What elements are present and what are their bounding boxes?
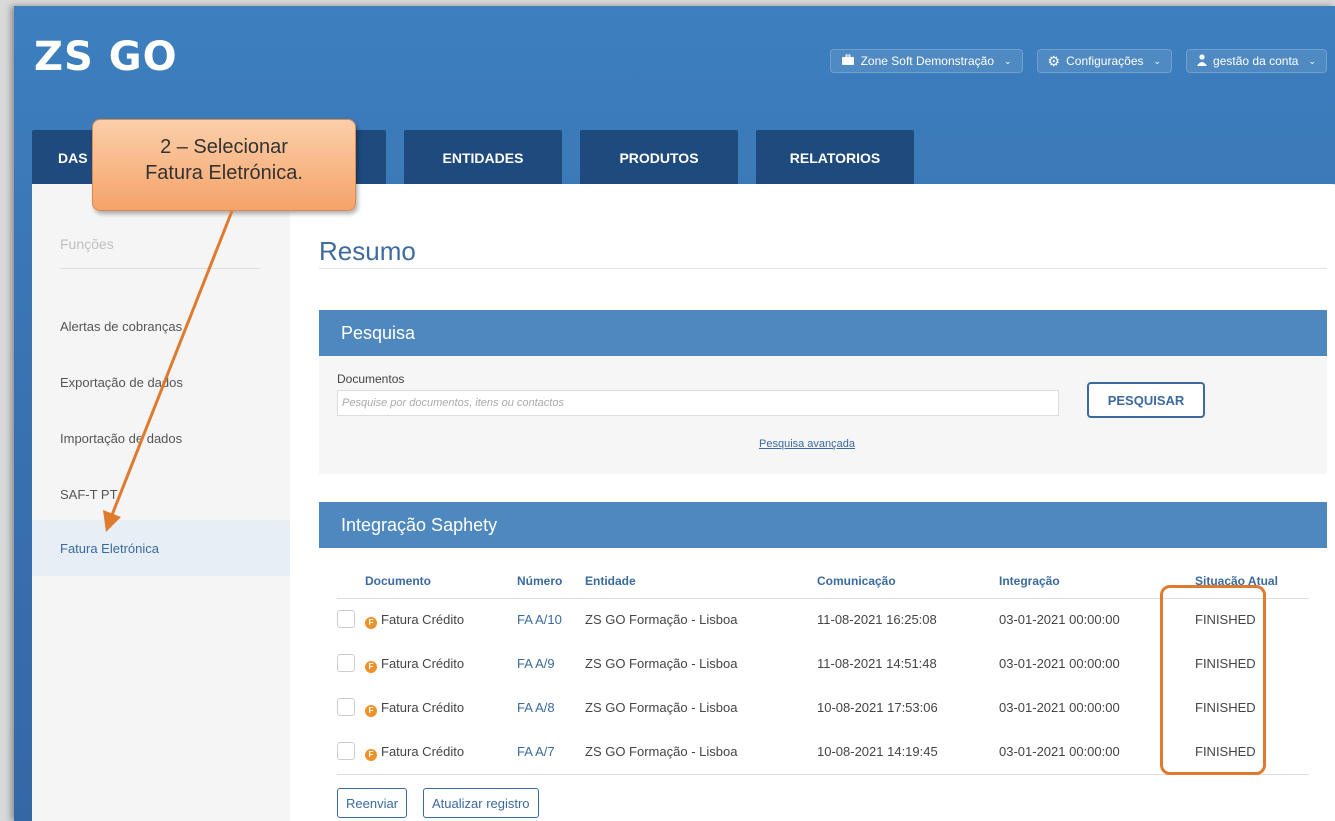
row-communication: 10-08-2021 14:19:45 bbox=[817, 744, 938, 759]
resend-button[interactable]: Reenviar bbox=[337, 788, 408, 818]
row-checkbox[interactable] bbox=[337, 610, 355, 628]
col-entidade[interactable]: Entidade bbox=[585, 574, 636, 588]
sidebar-item-saft[interactable]: SAF-T PT bbox=[32, 466, 290, 522]
briefcase-icon bbox=[841, 54, 855, 69]
search-button[interactable]: PESQUISAR bbox=[1087, 382, 1205, 418]
status-highlight-box bbox=[1160, 585, 1266, 775]
row-checkbox[interactable] bbox=[337, 654, 355, 672]
row-document-label: Fatura Crédito bbox=[381, 656, 465, 671]
row-integration: 03-01-2021 00:00:00 bbox=[999, 744, 1120, 759]
sidebar-title: Funções bbox=[60, 236, 114, 252]
sidebar-divider bbox=[60, 268, 260, 269]
search-input[interactable]: Pesquise por documentos, itens ou contac… bbox=[337, 390, 1059, 416]
row-checkbox[interactable] bbox=[337, 698, 355, 716]
row-document: F Fatura Crédito bbox=[365, 612, 464, 629]
refresh-button[interactable]: Atualizar registro bbox=[423, 788, 539, 818]
search-panel: Documentos Pesquise por documentos, iten… bbox=[319, 356, 1327, 474]
row-document: F Fatura Crédito bbox=[365, 700, 464, 717]
instruction-callout: 2 – Selecionar Fatura Eletrónica. bbox=[92, 119, 356, 211]
page-title: Resumo bbox=[319, 236, 416, 266]
table-bottom-divider bbox=[337, 774, 1309, 775]
company-selector-label: Zone Soft Demonstração bbox=[860, 54, 994, 68]
tab-produtos[interactable]: PRODUTOS bbox=[580, 130, 738, 186]
sidebar-item-exportacao[interactable]: Exportação de dados bbox=[32, 354, 290, 410]
advanced-search-link[interactable]: Pesquisa avançada bbox=[759, 438, 855, 450]
row-integration: 03-01-2021 00:00:00 bbox=[999, 700, 1120, 715]
invoice-icon: F bbox=[365, 617, 377, 629]
chevron-down-icon: ⌄ bbox=[1004, 55, 1012, 66]
row-communication: 11-08-2021 16:25:08 bbox=[817, 612, 937, 627]
row-entity: ZS GO Formação - Lisboa bbox=[585, 612, 738, 627]
settings-label: Configurações bbox=[1066, 54, 1144, 68]
sidebar-item-importacao[interactable]: Importação de dados bbox=[32, 410, 290, 466]
title-divider bbox=[319, 268, 1327, 269]
invoice-icon: F bbox=[365, 705, 377, 717]
tab-relatorios[interactable]: RELATORIOS bbox=[756, 130, 914, 186]
row-integration: 03-01-2021 00:00:00 bbox=[999, 656, 1120, 671]
sidebar: Funções Alertas de cobranças Exportação … bbox=[32, 184, 290, 821]
row-communication: 11-08-2021 14:51:48 bbox=[817, 656, 937, 671]
sidebar-item-alertas[interactable]: Alertas de cobranças bbox=[32, 298, 290, 354]
row-document: F Fatura Crédito bbox=[365, 656, 464, 673]
invoice-icon: F bbox=[365, 749, 377, 761]
row-checkbox[interactable] bbox=[337, 742, 355, 760]
search-panel-header: Pesquisa bbox=[319, 310, 1327, 356]
company-selector-button[interactable]: Zone Soft Demonstração ⌄ bbox=[829, 49, 1023, 73]
row-document: F Fatura Crédito bbox=[365, 744, 464, 761]
row-number-link[interactable]: FA A/8 bbox=[517, 700, 555, 715]
content-area: Funções Alertas de cobranças Exportação … bbox=[32, 184, 1335, 821]
row-entity: ZS GO Formação - Lisboa bbox=[585, 656, 738, 671]
row-document-label: Fatura Crédito bbox=[381, 744, 465, 759]
invoice-icon: F bbox=[365, 661, 377, 673]
tab-entidades[interactable]: ENTIDADES bbox=[404, 130, 562, 186]
user-icon bbox=[1197, 53, 1208, 69]
integration-panel-header: Integração Saphety bbox=[319, 502, 1327, 548]
row-integration: 03-01-2021 00:00:00 bbox=[999, 612, 1120, 627]
sidebar-item-fatura-eletronica[interactable]: Fatura Eletrónica bbox=[32, 520, 290, 576]
col-integracao[interactable]: Integração bbox=[999, 574, 1060, 588]
col-comunicacao[interactable]: Comunicação bbox=[817, 574, 896, 588]
row-entity: ZS GO Formação - Lisboa bbox=[585, 744, 738, 759]
gear-icon: ⚙ bbox=[1047, 52, 1061, 69]
row-entity: ZS GO Formação - Lisboa bbox=[585, 700, 738, 715]
chevron-down-icon: ⌄ bbox=[1308, 55, 1316, 66]
top-nav: Zone Soft Demonstração ⌄ ⚙ Configurações… bbox=[829, 49, 1327, 73]
row-number-link[interactable]: FA A/10 bbox=[517, 612, 562, 627]
row-document-label: Fatura Crédito bbox=[381, 700, 465, 715]
row-number-link[interactable]: FA A/9 bbox=[517, 656, 555, 671]
col-documento[interactable]: Documento bbox=[365, 574, 431, 588]
row-communication: 10-08-2021 17:53:06 bbox=[817, 700, 938, 715]
account-button[interactable]: gestão da conta ⌄ bbox=[1186, 49, 1327, 73]
row-document-label: Fatura Crédito bbox=[381, 612, 465, 627]
account-label: gestão da conta bbox=[1213, 54, 1299, 68]
chevron-down-icon: ⌄ bbox=[1153, 55, 1162, 66]
col-numero[interactable]: Número bbox=[517, 574, 562, 588]
settings-button[interactable]: ⚙ Configurações ⌄ bbox=[1036, 49, 1173, 73]
documents-label: Documentos bbox=[337, 372, 405, 386]
row-number-link[interactable]: FA A/7 bbox=[517, 744, 555, 759]
app-logo[interactable]: ZS GO bbox=[34, 34, 178, 80]
callout-line-1: 2 – Selecionar bbox=[160, 136, 288, 158]
callout-line-2: Fatura Eletrónica. bbox=[145, 162, 303, 184]
